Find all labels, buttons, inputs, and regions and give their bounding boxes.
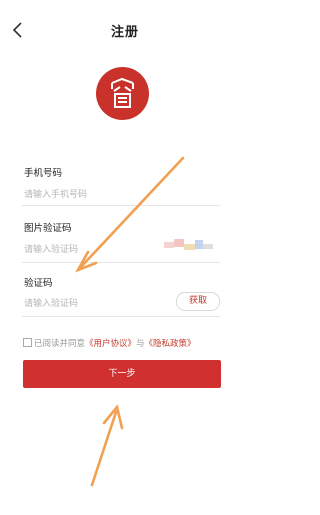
image-code-input[interactable]: 请输入验证码 [24, 242, 78, 255]
agreement-prefix: 已阅读并同意 [34, 339, 86, 349]
divider [22, 205, 220, 206]
divider [22, 316, 220, 317]
agreement-row: 已阅读并同意《用户协议》与《隐私政策》 [23, 337, 196, 349]
agreement-checkbox[interactable] [23, 338, 32, 347]
image-code-label: 图片验证码 [24, 223, 72, 234]
privacy-policy-link[interactable]: 《隐私政策》 [145, 339, 196, 349]
header: 注册 [0, 0, 250, 60]
user-agreement-link[interactable]: 《用户协议》 [85, 339, 136, 349]
seal-logo-icon [96, 67, 149, 120]
captcha-image[interactable] [162, 235, 218, 255]
get-code-button[interactable]: 获取 [176, 292, 220, 311]
phone-input[interactable]: 请输入手机号码 [24, 187, 87, 200]
next-button[interactable]: 下一步 [23, 360, 221, 388]
sms-code-label: 验证码 [24, 278, 53, 289]
sms-code-input[interactable]: 请输入验证码 [24, 296, 78, 309]
agreement-conjunction: 与 [136, 339, 145, 349]
phone-label: 手机号码 [24, 168, 63, 179]
page-title: 注册 [110, 25, 139, 40]
divider [22, 262, 220, 263]
